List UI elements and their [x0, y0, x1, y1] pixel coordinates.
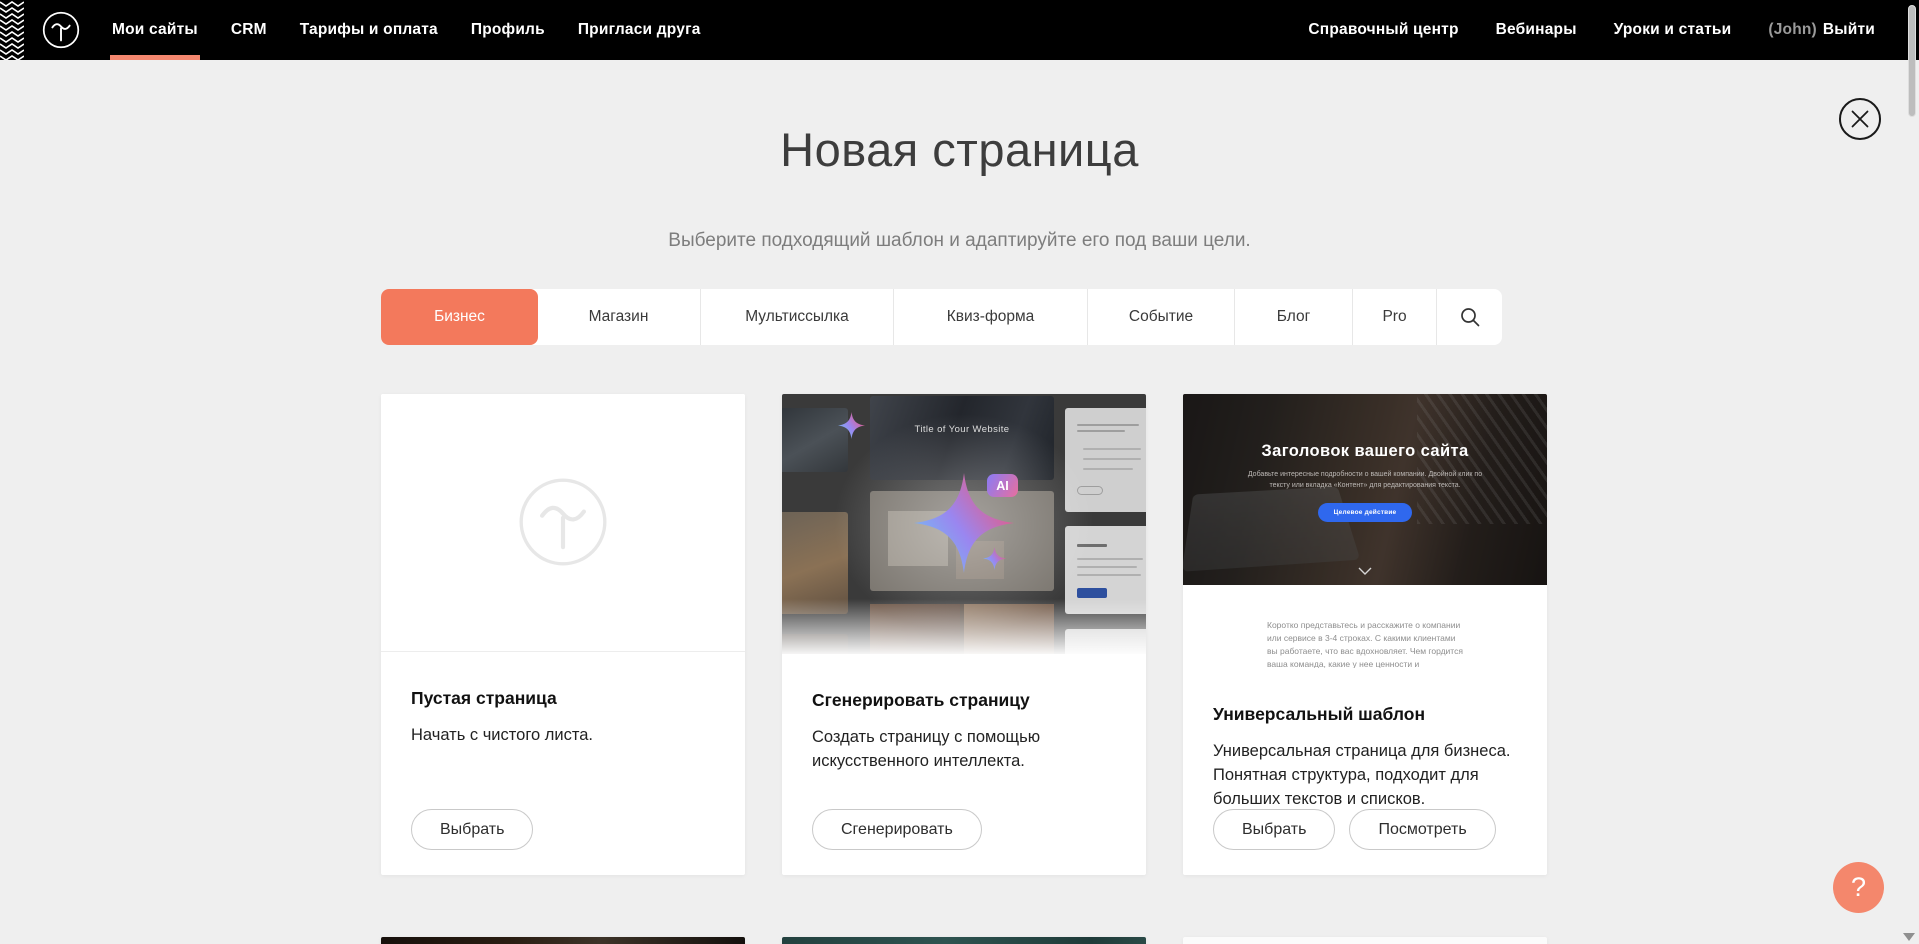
ai-badge: AI: [987, 474, 1018, 497]
tab-business[interactable]: Бизнес: [381, 289, 538, 345]
choose-button[interactable]: Выбрать: [1213, 809, 1335, 850]
card-title: Универсальный шаблон: [1213, 704, 1517, 725]
hero-subtitle: Добавьте интересные подробности о вашей …: [1239, 470, 1491, 491]
template-about-section: Коротко представьтесь и расскажите о ком…: [1183, 585, 1547, 668]
nav-item-webinars[interactable]: Вебинары: [1496, 0, 1577, 60]
template-cards-grid: Пустая страница Начать с чистого листа. …: [381, 394, 1547, 875]
tilda-logo-icon[interactable]: [42, 11, 80, 49]
card-title: Сгенерировать страницу: [812, 690, 1116, 711]
generate-button[interactable]: Сгенерировать: [812, 809, 982, 850]
logout-link[interactable]: Выйти: [1823, 21, 1875, 39]
card-actions: Выбрать: [411, 809, 533, 850]
tilda-watermark-icon: [517, 476, 609, 568]
hero-cta-button: Целевое действие: [1318, 503, 1413, 522]
tab-search[interactable]: [1437, 289, 1502, 345]
template-category-tabs: Бизнес Магазин Мультиссылка Квиз-форма С…: [381, 289, 1502, 345]
ai-sparkle-small-icon: [838, 412, 865, 439]
nav-item-help-center[interactable]: Справочный центр: [1308, 0, 1458, 60]
close-button[interactable]: [1838, 97, 1882, 141]
scrollbar-thumb[interactable]: [1908, 5, 1916, 117]
card-description: Создать страницу с помощью искусственног…: [812, 726, 1116, 774]
nav-item-invite-friend[interactable]: Пригласи друга: [578, 0, 701, 60]
template-card-universal[interactable]: Заголовок вашего сайта Добавьте интересн…: [1183, 394, 1547, 875]
template-card-blank-page[interactable]: Пустая страница Начать с чистого листа. …: [381, 394, 745, 875]
nav-user-logout: (John) Выйти: [1768, 0, 1875, 60]
tab-pro[interactable]: Pro: [1353, 289, 1437, 345]
template-cards-grid-row2: [381, 937, 1547, 944]
main-nav: Мои сайты CRM Тарифы и оплата Профиль Пр…: [112, 0, 701, 60]
page-title: Новая страница: [0, 122, 1919, 177]
choose-button[interactable]: Выбрать: [411, 809, 533, 850]
blank-page-preview: [381, 394, 745, 652]
top-navbar: Мои сайты CRM Тарифы и оплата Профиль Пр…: [0, 0, 1919, 60]
universal-template-preview: Заголовок вашего сайта Добавьте интересн…: [1183, 394, 1547, 668]
template-card-ai-generate[interactable]: Title of Your Website: [782, 394, 1146, 875]
white-fade: [782, 599, 1146, 654]
card-description: Начать с чистого листа.: [411, 724, 715, 748]
secondary-nav: Справочный центр Вебинары Уроки и статьи…: [1308, 0, 1875, 60]
card-title: Пустая страница: [411, 688, 715, 709]
hero-title: Заголовок вашего сайта: [1261, 442, 1468, 461]
close-icon: [1838, 97, 1882, 141]
card-actions: Сгенерировать: [812, 809, 982, 850]
tab-quiz-form[interactable]: Квиз-форма: [894, 289, 1088, 345]
card-description: Универсальная страница для бизнеса. Поня…: [1213, 740, 1517, 812]
tab-store[interactable]: Магазин: [537, 289, 701, 345]
nav-item-my-sites[interactable]: Мои сайты: [112, 0, 198, 60]
card-actions: Выбрать Посмотреть: [1213, 809, 1496, 850]
tab-event[interactable]: Событие: [1088, 289, 1235, 345]
template-card-partial[interactable]: [782, 937, 1146, 944]
user-name-label: (John): [1768, 21, 1817, 39]
template-card-partial[interactable]: [381, 937, 745, 944]
template-hero-section: Заголовок вашего сайта Добавьте интересн…: [1183, 394, 1547, 585]
page-subtitle: Выберите подходящий шаблон и адаптируйте…: [0, 230, 1919, 252]
template-about-text: Коротко представьтесь и расскажите о ком…: [1267, 619, 1463, 668]
question-mark-icon: ?: [1851, 872, 1866, 903]
ai-preview-collage: Title of Your Website: [782, 394, 1146, 654]
preview-button[interactable]: Посмотреть: [1349, 809, 1495, 850]
nav-item-crm[interactable]: CRM: [231, 0, 267, 60]
nav-item-profile[interactable]: Профиль: [471, 0, 545, 60]
ai-sparkle-small-icon: [983, 547, 1006, 570]
chevron-down-icon: [1358, 567, 1372, 575]
help-button[interactable]: ?: [1833, 862, 1884, 913]
nav-item-pricing[interactable]: Тарифы и оплата: [300, 0, 438, 60]
nav-item-lessons[interactable]: Уроки и статьи: [1614, 0, 1732, 60]
template-card-partial[interactable]: [1183, 937, 1547, 944]
scrollbar-down-arrow[interactable]: [1903, 933, 1915, 941]
zigzag-pattern-icon: [0, 0, 24, 60]
tab-multilink[interactable]: Мультиссылка: [701, 289, 894, 345]
tab-blog[interactable]: Блог: [1235, 289, 1353, 345]
search-icon: [1459, 306, 1481, 328]
